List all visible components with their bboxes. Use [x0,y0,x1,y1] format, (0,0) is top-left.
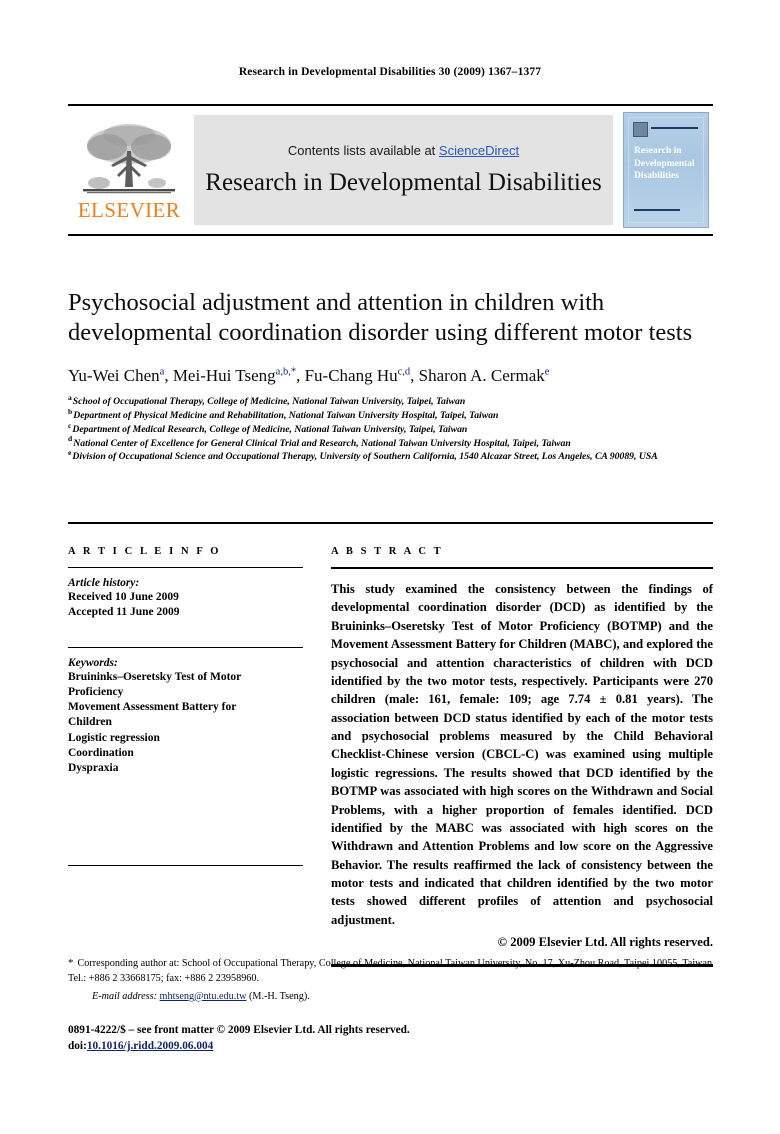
abstract-copyright: © 2009 Elsevier Ltd. All rights reserved… [497,935,713,950]
sciencedirect-link[interactable]: ScienceDirect [439,143,519,158]
article-info-rule [68,567,303,568]
email-link[interactable]: mhtseng@ntu.edu.tw [160,991,247,1002]
affiliation-text: Division of Occupational Science and Occ… [72,451,658,463]
cover-title-text: Research in Developmental Disabilities [634,146,695,182]
affiliation-text: Department of Physical Medicine and Reha… [73,410,499,422]
keyword-item: Bruininks–Oseretsky Test of Motor [68,670,242,683]
affiliation-list: aSchool of Occupational Therapy, College… [68,394,713,464]
keywords-label: Keywords: [68,656,118,669]
affiliation-text: National Center of Excellence for Genera… [73,437,571,449]
affiliation-text: School of Occupational Therapy, College … [72,396,466,408]
contents-list-line: Contents lists available at ScienceDirec… [288,143,519,158]
article-info-bottom-rule [68,864,303,866]
email-label: E-mail address: [92,990,157,1002]
email-owner: (M.-H. Tseng). [249,990,310,1002]
affiliation-item: dNational Center of Excellence for Gener… [68,435,713,451]
journal-cover-thumbnail[interactable]: Research in Developmental Disabilities [623,112,709,228]
article-info-heading: A R T I C L E I N F O [68,546,222,557]
author-name: Fu-Chang Hu [304,366,398,386]
abstract-rule [331,567,713,569]
doi-label: doi: [68,1040,87,1053]
abstract-column: A B S T R A C T This study examined the … [331,546,713,967]
contents-list-prefix: Contents lists available at [287,142,439,158]
affiliation-text: Department of Medical Research, College … [72,423,468,435]
author-name: Sharon A. Cermak [418,366,545,386]
elsevier-tree-icon [83,124,175,194]
corresponding-author-note: * Corresponding author at: School of Occu… [68,956,713,987]
article-history-received: Received 10 June 2009 [68,591,179,603]
footnote-star-marker: * [68,957,74,969]
author-separator: , [296,366,305,386]
author-separator: , [164,366,173,386]
keyword-item: Children [68,716,112,729]
affiliation-item: bDepartment of Physical Medicine and Reh… [68,407,713,423]
affiliation-item: eDivision of Occupational Science and Oc… [68,449,713,464]
corresponding-author-text: Corresponding author at: School of Occup… [68,958,713,984]
article-history-accepted: Accepted 11 June 2009 [68,606,180,619]
article-history-label: Article history: [68,577,140,589]
author-affiliation-marker[interactable]: c,d [398,367,411,378]
keywords-rule [68,646,303,648]
doi-line: doi:10.1016/j.ridd.2009.06.004 [68,1038,713,1054]
article-first-page: Research in Developmental Disabilities 3… [0,0,780,1134]
cover-emblem-icon [633,122,648,137]
email-note: E-mail address: mhtseng@ntu.edu.tw (M.-H… [68,990,713,1005]
footnotes: * Corresponding author at: School of Occu… [68,956,713,1005]
cover-rule-top [651,127,698,129]
doi-link[interactable]: 10.1016/j.ridd.2009.06.004 [87,1040,213,1052]
cover-rule-bottom [634,209,680,211]
running-head: Research in Developmental Disabilities 3… [238,66,542,78]
issn-line: 0891-4222/$ – see front matter © 2009 El… [68,1024,410,1036]
sciencedirect-banner: Contents lists available at ScienceDirec… [194,115,613,225]
affiliation-item: aSchool of Occupational Therapy, College… [68,394,713,409]
keyword-item: Proficiency [68,685,124,698]
affiliation-item: cDepartment of Medical Research, College… [68,421,713,437]
keyword-item: Logistic regression [68,731,160,744]
title-divider [68,522,713,524]
author-affiliation-marker[interactable]: e [545,367,550,378]
page-footer: 0891-4222/$ – see front matter © 2009 El… [68,1022,713,1054]
author-list: Yu-Wei Chena, Mei-Hui Tsenga,b,*, Fu-Cha… [68,366,713,386]
journal-title: Research in Developmental Disabilities [205,168,602,196]
article-info-column: A R T I C L E I N F O Article history: R… [68,546,303,967]
journal-masthead: ELSEVIER Contents lists available at Sci… [68,104,713,236]
keyword-item: Movement Assessment Battery for [68,701,237,714]
elsevier-wordmark: ELSEVIER [77,198,181,222]
elsevier-logo: ELSEVIER [68,106,188,234]
info-abstract-columns: A R T I C L E I N F O Article history: R… [68,546,713,967]
page-title: Psychosocial adjustment and attention in… [68,289,693,347]
abstract-heading: A B S T R A C T [331,546,444,557]
author-name: Yu-Wei Chen [68,366,160,386]
keyword-item: Dyspraxia [68,762,119,775]
abstract-text: This study examined the consistency betw… [331,582,713,927]
keywords-list: Bruininks–Oseretsky Test of Motor Profic… [68,670,303,777]
author-separator: , [410,366,419,386]
author-affiliation-marker[interactable]: a,b,* [276,367,296,378]
title-block: Psychosocial adjustment and attention in… [68,288,713,464]
keyword-item: Coordination [68,746,134,759]
author-name: Mei-Hui Tseng [172,366,276,386]
